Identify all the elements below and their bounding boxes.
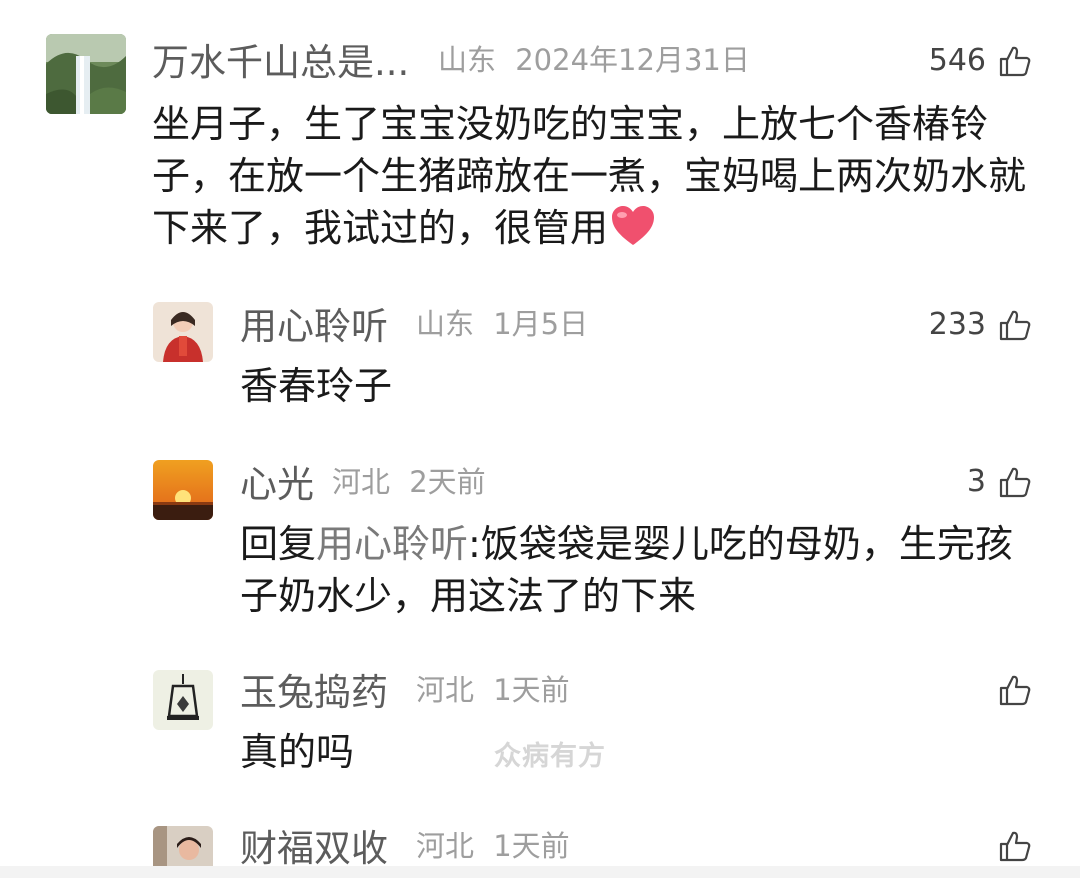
date: 2天前: [409, 465, 486, 499]
thumbs-up-icon: [998, 829, 1032, 863]
date: 1天前: [493, 829, 570, 863]
comment-text-block: 坐月子，生了宝宝没奶吃的宝宝，上放七个香椿铃子，在放一个生猪蹄放在一煮，宝妈喝上…: [152, 98, 1042, 254]
avatar[interactable]: [46, 34, 126, 114]
reply-prefix: 回复: [240, 522, 317, 566]
comment-text: 坐月子，生了宝宝没奶吃的宝宝，上放七个香椿铃子，在放一个生猪蹄放在一煮，宝妈喝上…: [152, 102, 1027, 250]
reply-mention-link[interactable]: 用心聆听: [316, 522, 468, 566]
like-count: 546: [928, 43, 986, 78]
bottom-divider: [0, 866, 1080, 878]
username[interactable]: 财福双收: [240, 830, 388, 867]
heart-emoji-icon: [610, 205, 656, 247]
person-avatar-icon: [153, 302, 213, 362]
sunset-avatar-icon: [153, 460, 213, 520]
comment-meta: 山东 2024年12月31日: [438, 46, 750, 75]
username[interactable]: 玉兔捣药: [240, 674, 388, 711]
watermark: 众病有方: [494, 741, 606, 772]
location: 山东: [438, 43, 497, 77]
comment-meta: 河北 1天前: [416, 832, 570, 861]
username[interactable]: 用心聆听: [240, 308, 388, 345]
like-count: 233: [928, 307, 986, 342]
person-avatar-icon: [153, 826, 213, 866]
avatar[interactable]: [153, 826, 213, 866]
thumbs-up-icon: [998, 673, 1032, 707]
thumbs-up-icon: [998, 308, 1032, 342]
username[interactable]: 心光: [240, 466, 314, 503]
thumbs-up-icon: [998, 44, 1032, 78]
date: 1天前: [493, 673, 570, 707]
like-button[interactable]: [998, 829, 1032, 863]
avatar[interactable]: [153, 460, 213, 520]
waterfall-landscape-icon: [46, 34, 126, 114]
like-button[interactable]: 3: [967, 465, 1032, 499]
location: 河北: [416, 673, 475, 707]
comment-meta: 河北 2天前: [332, 468, 486, 497]
location: 河北: [416, 829, 475, 863]
like-button[interactable]: 233: [929, 308, 1032, 342]
username[interactable]: 万水千山总是...: [152, 44, 409, 81]
like-button[interactable]: [998, 673, 1032, 707]
location: 山东: [416, 307, 475, 341]
date: 1月5日: [493, 307, 589, 341]
thumbs-up-icon: [998, 465, 1032, 499]
comment-meta: 山东 1月5日: [416, 310, 588, 339]
avatar[interactable]: [153, 302, 213, 362]
avatar[interactable]: [153, 670, 213, 730]
comment-text: 真的吗: [240, 730, 355, 774]
date: 2024年12月31日: [515, 43, 750, 77]
comment-meta: 河北 1天前: [416, 676, 570, 705]
like-button[interactable]: 546: [929, 44, 1032, 78]
like-count: 3: [966, 464, 986, 499]
comment-text: 香春玲子: [240, 364, 393, 408]
lantern-avatar-icon: [153, 670, 213, 730]
location: 河北: [332, 465, 391, 499]
comment-text-block: 回复用心聆听:饭袋袋是婴儿吃的母奶，生完孩子奶水少，用这法了的下来: [240, 518, 1040, 622]
